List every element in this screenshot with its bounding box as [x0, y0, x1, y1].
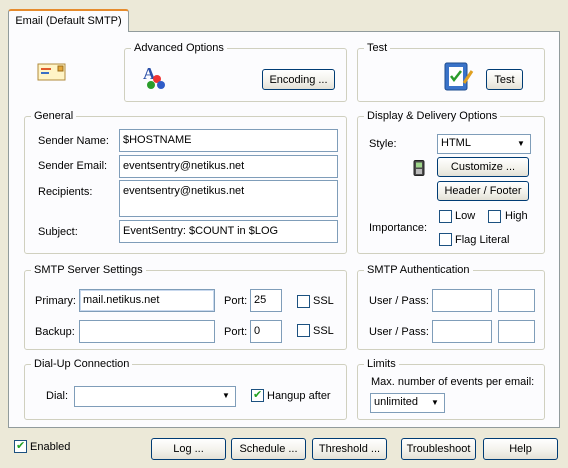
display-delivery-legend: Display & Delivery Options	[367, 110, 498, 122]
primary-server-field[interactable]: mail.netikus.net	[79, 289, 215, 312]
high-checkbox[interactable]	[488, 210, 501, 223]
backup-ssl-checkbox[interactable]	[297, 324, 310, 337]
chevron-down-icon[interactable]: ▼	[513, 136, 529, 152]
importance-label: Importance:	[369, 222, 428, 234]
hangup-after-label: Hangup after	[267, 390, 331, 402]
primary-port-field[interactable]: 25	[250, 289, 282, 312]
max-events-label: Max. number of events per email:	[371, 376, 535, 388]
backup-port-label: Port:	[224, 326, 248, 338]
tab-email-default-smtp[interactable]: Email (Default SMTP)	[8, 9, 129, 32]
schedule-button[interactable]: Schedule ...	[231, 438, 306, 460]
low-checkbox[interactable]	[439, 210, 452, 223]
sender-name-field[interactable]: $HOSTNAME	[119, 129, 338, 152]
dial-select[interactable]: ▼	[74, 386, 236, 407]
sender-name-label: Sender Name:	[38, 135, 109, 147]
flag-literal-label: Flag Literal	[455, 234, 510, 246]
sender-email-field[interactable]: eventsentry@netikus.net	[119, 155, 338, 178]
max-events-select[interactable]: unlimited ▼	[370, 393, 445, 413]
primary-port-label: Port:	[224, 295, 248, 307]
smtp-authentication-legend: SMTP Authentication	[367, 264, 470, 276]
primary-ssl-checkbox[interactable]	[297, 295, 310, 308]
threshold-button[interactable]: Threshold ...	[312, 438, 387, 460]
sender-email-label: Sender Email:	[38, 160, 108, 172]
help-button[interactable]: Help	[483, 438, 558, 460]
chevron-down-icon[interactable]: ▼	[218, 388, 234, 405]
fonts-icon: A	[141, 64, 169, 93]
low-label: Low	[455, 210, 476, 222]
backup-ssl-label: SSL	[313, 325, 334, 337]
log-button[interactable]: Log ...	[151, 438, 226, 460]
primary-ssl-label: SSL	[313, 295, 334, 307]
recipients-label: Recipients:	[38, 186, 93, 198]
test-button[interactable]: Test	[486, 69, 523, 90]
dial-label: Dial:	[46, 390, 69, 402]
auth-user-field-1[interactable]	[432, 289, 492, 312]
phone-icon	[413, 160, 425, 179]
style-select[interactable]: HTML ▼	[437, 134, 531, 154]
header-footer-button[interactable]: Header / Footer	[437, 181, 529, 201]
style-label: Style:	[369, 138, 397, 150]
limits-legend: Limits	[367, 358, 396, 370]
general-legend: General	[34, 110, 74, 122]
backup-label: Backup:	[35, 326, 75, 338]
recipients-field[interactable]: eventsentry@netikus.net	[119, 180, 338, 217]
backup-port-field[interactable]: 0	[250, 320, 282, 343]
primary-label: Primary:	[35, 295, 76, 307]
backup-server-field[interactable]	[79, 320, 215, 343]
user-pass-label-2: User / Pass:	[369, 326, 429, 338]
hangup-after-checkbox[interactable]	[251, 388, 264, 402]
customize-button[interactable]: Customize ...	[437, 157, 529, 177]
max-events-select-value: unlimited	[374, 396, 419, 408]
user-pass-label-1: User / Pass:	[369, 295, 429, 307]
test-legend: Test	[367, 42, 388, 54]
enabled-checkbox[interactable]	[14, 439, 27, 453]
smtp-server-legend: SMTP Server Settings	[34, 264, 143, 276]
encoding-button[interactable]: Encoding ...	[262, 69, 335, 90]
high-label: High	[505, 210, 528, 222]
auth-pass-field-2[interactable]	[498, 320, 535, 343]
subject-field[interactable]: EventSentry: $COUNT in $LOG	[119, 220, 338, 243]
auth-pass-field-1[interactable]	[498, 289, 535, 312]
auth-user-field-2[interactable]	[432, 320, 492, 343]
troubleshoot-button[interactable]: Troubleshoot	[401, 438, 476, 460]
advanced-options-legend: Advanced Options	[134, 42, 224, 54]
subject-label: Subject:	[38, 226, 78, 238]
envelope-icon	[37, 62, 67, 85]
dialup-connection-legend: Dial-Up Connection	[34, 358, 130, 370]
test-checklist-icon	[442, 61, 474, 96]
enabled-label: Enabled	[30, 441, 71, 453]
flag-literal-checkbox[interactable]	[439, 233, 452, 246]
style-select-value: HTML	[441, 137, 471, 149]
chevron-down-icon[interactable]: ▼	[427, 395, 443, 411]
